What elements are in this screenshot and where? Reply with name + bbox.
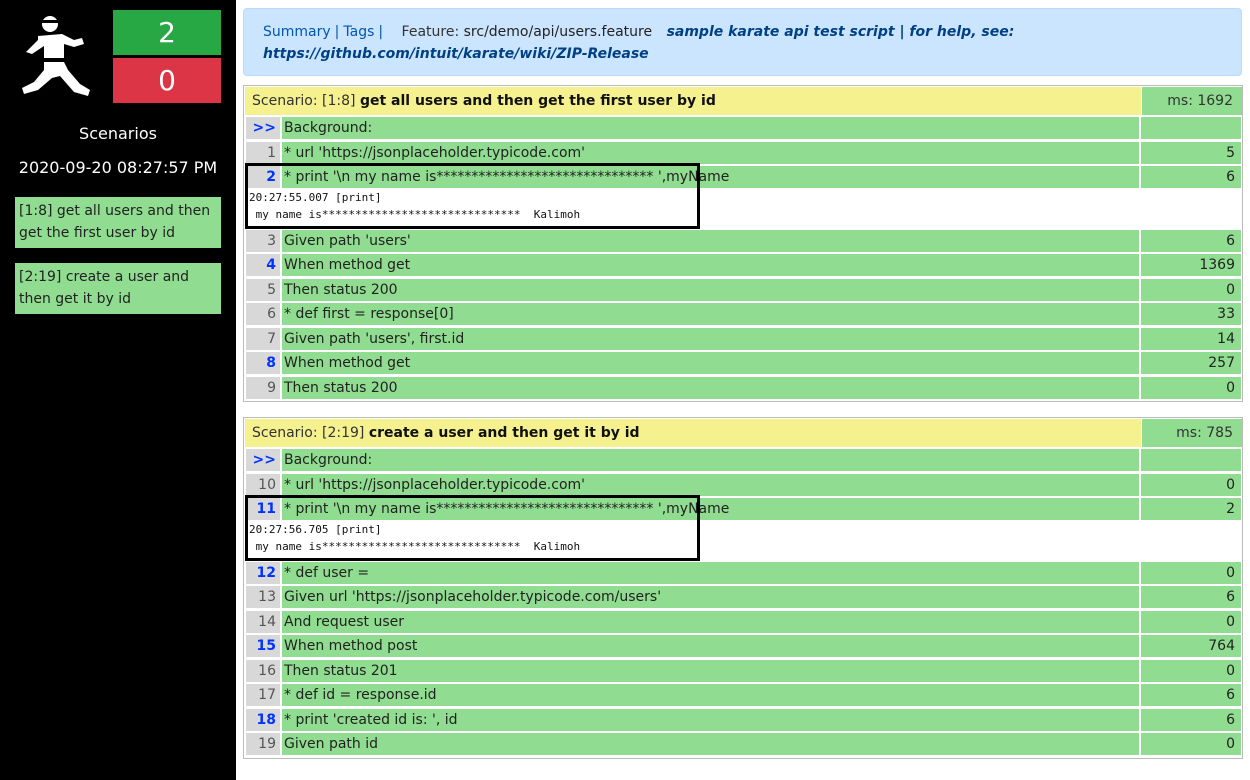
step-line-number: 5	[246, 279, 280, 301]
sidebar-scenario-link[interactable]: [2:19] create a user and then get it by …	[15, 263, 221, 314]
step-text: When method post	[282, 635, 1139, 657]
step-duration: 33	[1141, 303, 1241, 325]
step-text: * print 'created id is: ', id	[282, 709, 1139, 731]
scenario-duration: ms: 1692	[1142, 87, 1242, 115]
scenario-name: create a user and then get it by id	[368, 425, 640, 441]
background-label: Background:	[282, 117, 1139, 139]
summary-link[interactable]: Summary	[263, 24, 331, 40]
step-text: * def user =	[282, 562, 1139, 584]
step-text: When method get	[282, 254, 1139, 276]
step-duration	[1141, 449, 1241, 471]
step-line-number: 18	[246, 709, 280, 731]
step-text: When method get	[282, 352, 1139, 374]
step-text: * print '\n my name is******************…	[282, 498, 1139, 520]
step-line-number: 1	[246, 142, 280, 164]
report-date: 2020-09-20 08:27:57 PM	[18, 158, 218, 177]
step-line-number: 12	[246, 562, 280, 584]
karate-figure-icon	[22, 16, 90, 96]
log-message: my name is******************************…	[249, 208, 581, 221]
step-line-number: 13	[246, 586, 280, 608]
step-text: * url 'https://jsonplaceholder.typicode.…	[282, 474, 1139, 496]
scenario-prefix: Scenario: [2:19]	[252, 425, 365, 441]
step-text: Then status 201	[282, 660, 1139, 682]
background-label: Background:	[282, 449, 1139, 471]
step-line-number: 15	[246, 635, 280, 657]
step-line-number: 14	[246, 611, 280, 633]
step-line-number: 8	[246, 352, 280, 374]
step-line-number: 4	[246, 254, 280, 276]
step-log-output: 20:27:55.007 [print] my name is*********…	[246, 189, 1241, 226]
step-text: Then status 200	[282, 279, 1139, 301]
step-duration: 764	[1141, 635, 1241, 657]
separator: |	[378, 24, 384, 40]
sidebar: 2 0 Scenarios 2020-09-20 08:27:57 PM [1:…	[0, 0, 236, 780]
step-duration: 6	[1141, 586, 1241, 608]
log-timestamp: 20:27:56.705 [print]	[249, 523, 382, 536]
scenario-prefix: Scenario: [1:8]	[252, 93, 356, 109]
step-duration: 6	[1141, 166, 1241, 188]
step-line-number: 7	[246, 328, 280, 350]
separator: |	[334, 24, 340, 40]
step-line-number: 6	[246, 303, 280, 325]
step-line-number: 9	[246, 377, 280, 399]
step-text: * def first = response[0]	[282, 303, 1139, 325]
step-duration: 14	[1141, 328, 1241, 350]
step-line-number: 3	[246, 230, 280, 252]
step-duration: 6	[1141, 709, 1241, 731]
scenario-duration: ms: 785	[1142, 419, 1242, 447]
step-line-number: 11	[246, 498, 280, 520]
failed-count: 0	[113, 58, 221, 103]
step-duration: 6	[1141, 230, 1241, 252]
scenario-block: Scenario: [2:19] create a user and then …	[243, 417, 1243, 759]
step-line-number: 19	[246, 733, 280, 755]
tags-link[interactable]: Tags	[343, 24, 374, 40]
step-line-number: 17	[246, 684, 280, 706]
step-line-number: 2	[246, 166, 280, 188]
step-line-number: 10	[246, 474, 280, 496]
scenario-title[interactable]: Scenario: [2:19] create a user and then …	[245, 419, 1141, 447]
step-text: Given path id	[282, 733, 1139, 755]
background-toggle[interactable]: >>	[246, 449, 280, 471]
step-duration	[1141, 117, 1241, 139]
feature-header: Summary | Tags | Feature: src/demo/api/user…	[243, 8, 1242, 76]
passed-count: 2	[113, 10, 221, 55]
step-text: Given url 'https://jsonplaceholder.typic…	[282, 586, 1139, 608]
step-text: * print '\n my name is******************…	[282, 166, 1139, 188]
step-text: * url 'https://jsonplaceholder.typicode.…	[282, 142, 1139, 164]
step-line-number: 16	[246, 660, 280, 682]
scenario-block: Scenario: [1:8] get all users and then g…	[243, 85, 1243, 402]
step-text: Given path 'users', first.id	[282, 328, 1139, 350]
step-duration: 6	[1141, 684, 1241, 706]
log-message: my name is******************************…	[249, 540, 581, 553]
scenario-title[interactable]: Scenario: [1:8] get all users and then g…	[245, 87, 1141, 115]
background-toggle[interactable]: >>	[246, 117, 280, 139]
step-duration: 0	[1141, 562, 1241, 584]
step-duration: 0	[1141, 377, 1241, 399]
scenarios-heading: Scenarios	[79, 124, 157, 143]
feature-label: Feature:	[401, 24, 460, 40]
step-duration: 0	[1141, 660, 1241, 682]
step-text: And request user	[282, 611, 1139, 633]
step-duration: 0	[1141, 279, 1241, 301]
step-log-output: 20:27:56.705 [print] my name is*********…	[246, 521, 1241, 558]
step-duration: 0	[1141, 611, 1241, 633]
step-text: Then status 200	[282, 377, 1139, 399]
step-text: Given path 'users'	[282, 230, 1139, 252]
step-duration: 5	[1141, 142, 1241, 164]
step-duration: 0	[1141, 474, 1241, 496]
step-duration: 2	[1141, 498, 1241, 520]
step-text: * def id = response.id	[282, 684, 1139, 706]
step-duration: 1369	[1141, 254, 1241, 276]
feature-path: src/demo/api/users.feature	[463, 24, 653, 40]
step-duration: 0	[1141, 733, 1241, 755]
sidebar-scenario-link[interactable]: [1:8] get all users and then get the fir…	[15, 197, 221, 248]
scenario-name: get all users and then get the first use…	[359, 93, 716, 109]
log-timestamp: 20:27:55.007 [print]	[249, 191, 382, 204]
step-duration: 257	[1141, 352, 1241, 374]
